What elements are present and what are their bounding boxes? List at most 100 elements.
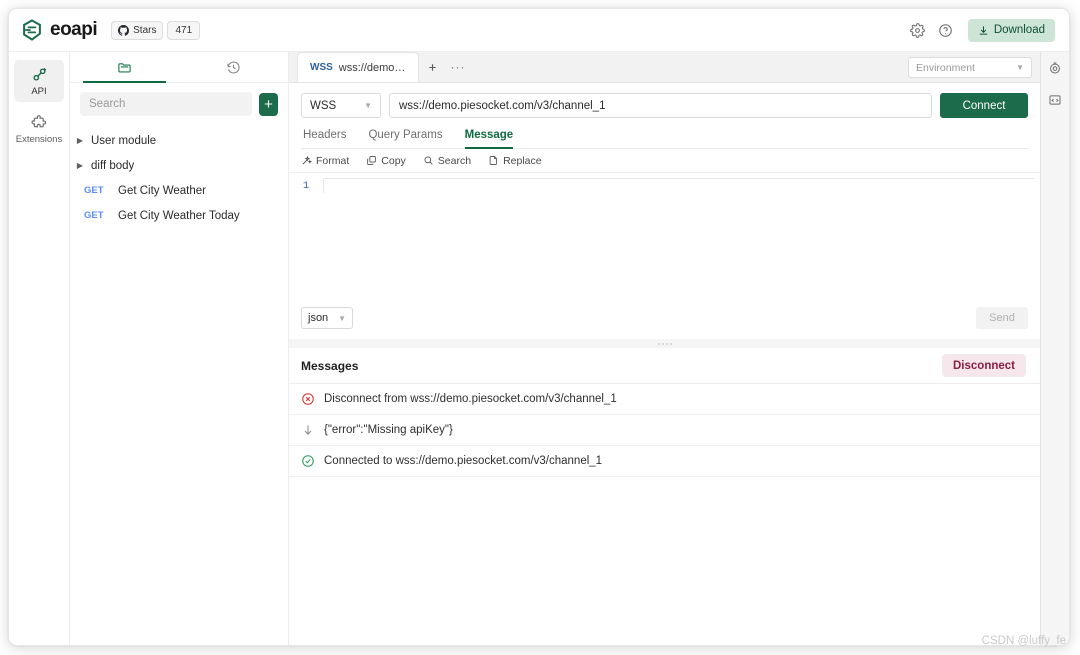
- drag-handle-icon: [657, 342, 672, 345]
- gear-icon[interactable]: [906, 18, 930, 42]
- watermark: CSDN @luffy_fe: [981, 635, 1066, 647]
- tree-folder-diff-body[interactable]: ▶ diff body: [70, 153, 288, 178]
- request-subtabs: Headers Query Params Message: [301, 118, 1028, 149]
- magic-wand-icon: [302, 155, 312, 165]
- protocol-value: WSS: [310, 99, 337, 112]
- editor-search-label: Search: [437, 154, 472, 167]
- editor-gutter: 1: [302, 180, 310, 192]
- copy-button[interactable]: Copy: [366, 155, 406, 167]
- tab-strip: WSS wss://demo.p... ··· Environment ▼: [289, 52, 1040, 83]
- messages-list: Disconnect from wss://demo.piesocket.com…: [289, 384, 1040, 645]
- message-text: Disconnect from wss://demo.piesocket.com…: [324, 393, 617, 405]
- sidebar-tab-collection[interactable]: [70, 52, 179, 83]
- tree-request-label: Get City Weather Today: [118, 209, 240, 222]
- protocol-select[interactable]: WSS ▼: [301, 93, 381, 118]
- send-row: json ▼ Send: [289, 301, 1040, 339]
- format-label: Format: [316, 154, 350, 167]
- tree-request-get-city-weather[interactable]: GET Get City Weather: [70, 178, 288, 203]
- test-target-icon[interactable]: [1044, 56, 1067, 79]
- tab-message[interactable]: Message: [464, 129, 513, 149]
- github-stars-count: 471: [167, 20, 201, 40]
- tree-folder-user-module[interactable]: ▶ User module: [70, 128, 288, 153]
- request-card: WSS ▼ Connect Headers Query Params Messa…: [289, 83, 1040, 149]
- tab-protocol-badge: WSS: [310, 62, 333, 73]
- github-stars-button[interactable]: Stars: [111, 20, 164, 40]
- add-tab-button[interactable]: [419, 52, 445, 82]
- rail-item-extensions[interactable]: Extensions: [14, 108, 64, 150]
- tree-request-label: Get City Weather: [118, 184, 206, 197]
- rail-item-extensions-label: Extensions: [15, 133, 63, 145]
- http-method-badge: GET: [84, 210, 104, 221]
- tree-request-get-city-weather-today[interactable]: GET Get City Weather Today: [70, 203, 288, 228]
- puzzle-icon: [30, 114, 46, 127]
- search-icon: [424, 156, 433, 165]
- chevron-down-icon: ▼: [338, 313, 346, 323]
- github-icon: [118, 24, 130, 36]
- request-panel: WSS ▼ Connect Headers Query Params Messa…: [289, 83, 1040, 645]
- disconnect-button[interactable]: Disconnect: [942, 354, 1026, 377]
- message-format-select[interactable]: json ▼: [301, 307, 353, 329]
- collection-sidebar: + ▶ User module ▶ diff body GET Get City…: [70, 52, 289, 645]
- copy-icon: [367, 156, 377, 165]
- replace-label: Replace: [503, 154, 542, 167]
- environment-value: Environment: [916, 61, 975, 74]
- message-text: {"error":"Missing apiKey"}: [324, 424, 453, 436]
- message-row[interactable]: {"error":"Missing apiKey"}: [289, 415, 1040, 446]
- code-snippet-icon[interactable]: [1044, 88, 1067, 111]
- environment-select[interactable]: Environment ▼: [908, 57, 1032, 78]
- send-button[interactable]: Send: [976, 307, 1028, 329]
- github-stars-label: Stars: [133, 24, 157, 36]
- message-row[interactable]: Connected to wss://demo.piesocket.com/v3…: [289, 446, 1040, 477]
- tree-folder-label: User module: [91, 134, 157, 147]
- request-tab-wss[interactable]: WSS wss://demo.p...: [297, 52, 419, 82]
- download-button[interactable]: Download: [967, 18, 1055, 42]
- copy-label: Copy: [381, 154, 406, 167]
- messages-title: Messages: [301, 358, 359, 373]
- add-api-button[interactable]: +: [259, 92, 278, 116]
- rail-item-api[interactable]: API: [14, 60, 64, 102]
- editor-toolbar: Format Copy Search Replace: [289, 149, 1040, 173]
- tab-more-button[interactable]: ···: [445, 52, 471, 82]
- editor-search-button[interactable]: Search: [423, 155, 471, 167]
- messages-panel: Messages Disconnect Disconnect from wss:…: [289, 348, 1040, 645]
- replace-icon: [489, 156, 497, 165]
- chevron-down-icon: ▼: [1016, 63, 1024, 72]
- http-method-badge: GET: [84, 185, 104, 196]
- left-rail: API Extensions: [9, 52, 70, 645]
- replace-button[interactable]: Replace: [488, 155, 542, 167]
- error-circle-icon: [302, 393, 314, 405]
- download-label: Download: [993, 24, 1045, 36]
- format-button[interactable]: Format: [301, 155, 349, 167]
- question-circle-icon[interactable]: [934, 18, 958, 42]
- brand-name: eoapi: [50, 19, 98, 40]
- ellipsis-icon: ···: [450, 60, 466, 74]
- tab-query-params[interactable]: Query Params: [368, 129, 442, 148]
- eoapi-logo-icon: [23, 19, 41, 41]
- tab-headers[interactable]: Headers: [303, 129, 346, 148]
- success-check-icon: [302, 455, 314, 467]
- brand[interactable]: eoapi: [21, 19, 98, 41]
- url-input[interactable]: [389, 93, 932, 118]
- panel-splitter[interactable]: [289, 339, 1040, 348]
- tree-folder-label: diff body: [91, 159, 135, 172]
- message-row[interactable]: Disconnect from wss://demo.piesocket.com…: [289, 384, 1040, 415]
- message-editor[interactable]: 1: [289, 173, 1040, 301]
- messages-header: Messages Disconnect: [289, 348, 1040, 384]
- message-text: Connected to wss://demo.piesocket.com/v3…: [324, 455, 603, 467]
- search-input[interactable]: [80, 92, 252, 116]
- chevron-right-icon[interactable]: ▶: [75, 136, 85, 145]
- top-bar: eoapi Stars 471 Download: [9, 9, 1069, 52]
- sidebar-tab-history[interactable]: [179, 52, 288, 82]
- chevron-right-icon[interactable]: ▶: [75, 161, 85, 170]
- message-body-input[interactable]: [323, 178, 1035, 193]
- body-row: API Extensions Search + ▶ User module ▶ …: [9, 52, 1069, 645]
- sidebar-tabs: [70, 52, 288, 83]
- tab-title: wss://demo.p...: [338, 61, 406, 74]
- connect-button[interactable]: Connect: [940, 93, 1028, 118]
- github-stars-group[interactable]: Stars 471: [111, 20, 201, 40]
- history-clock-icon: [227, 61, 240, 73]
- main-area: WSS wss://demo.p... ··· Environment ▼ WS…: [289, 52, 1069, 645]
- download-icon: [979, 25, 988, 35]
- sidebar-search-row: +: [70, 83, 288, 123]
- right-rail: [1040, 52, 1069, 645]
